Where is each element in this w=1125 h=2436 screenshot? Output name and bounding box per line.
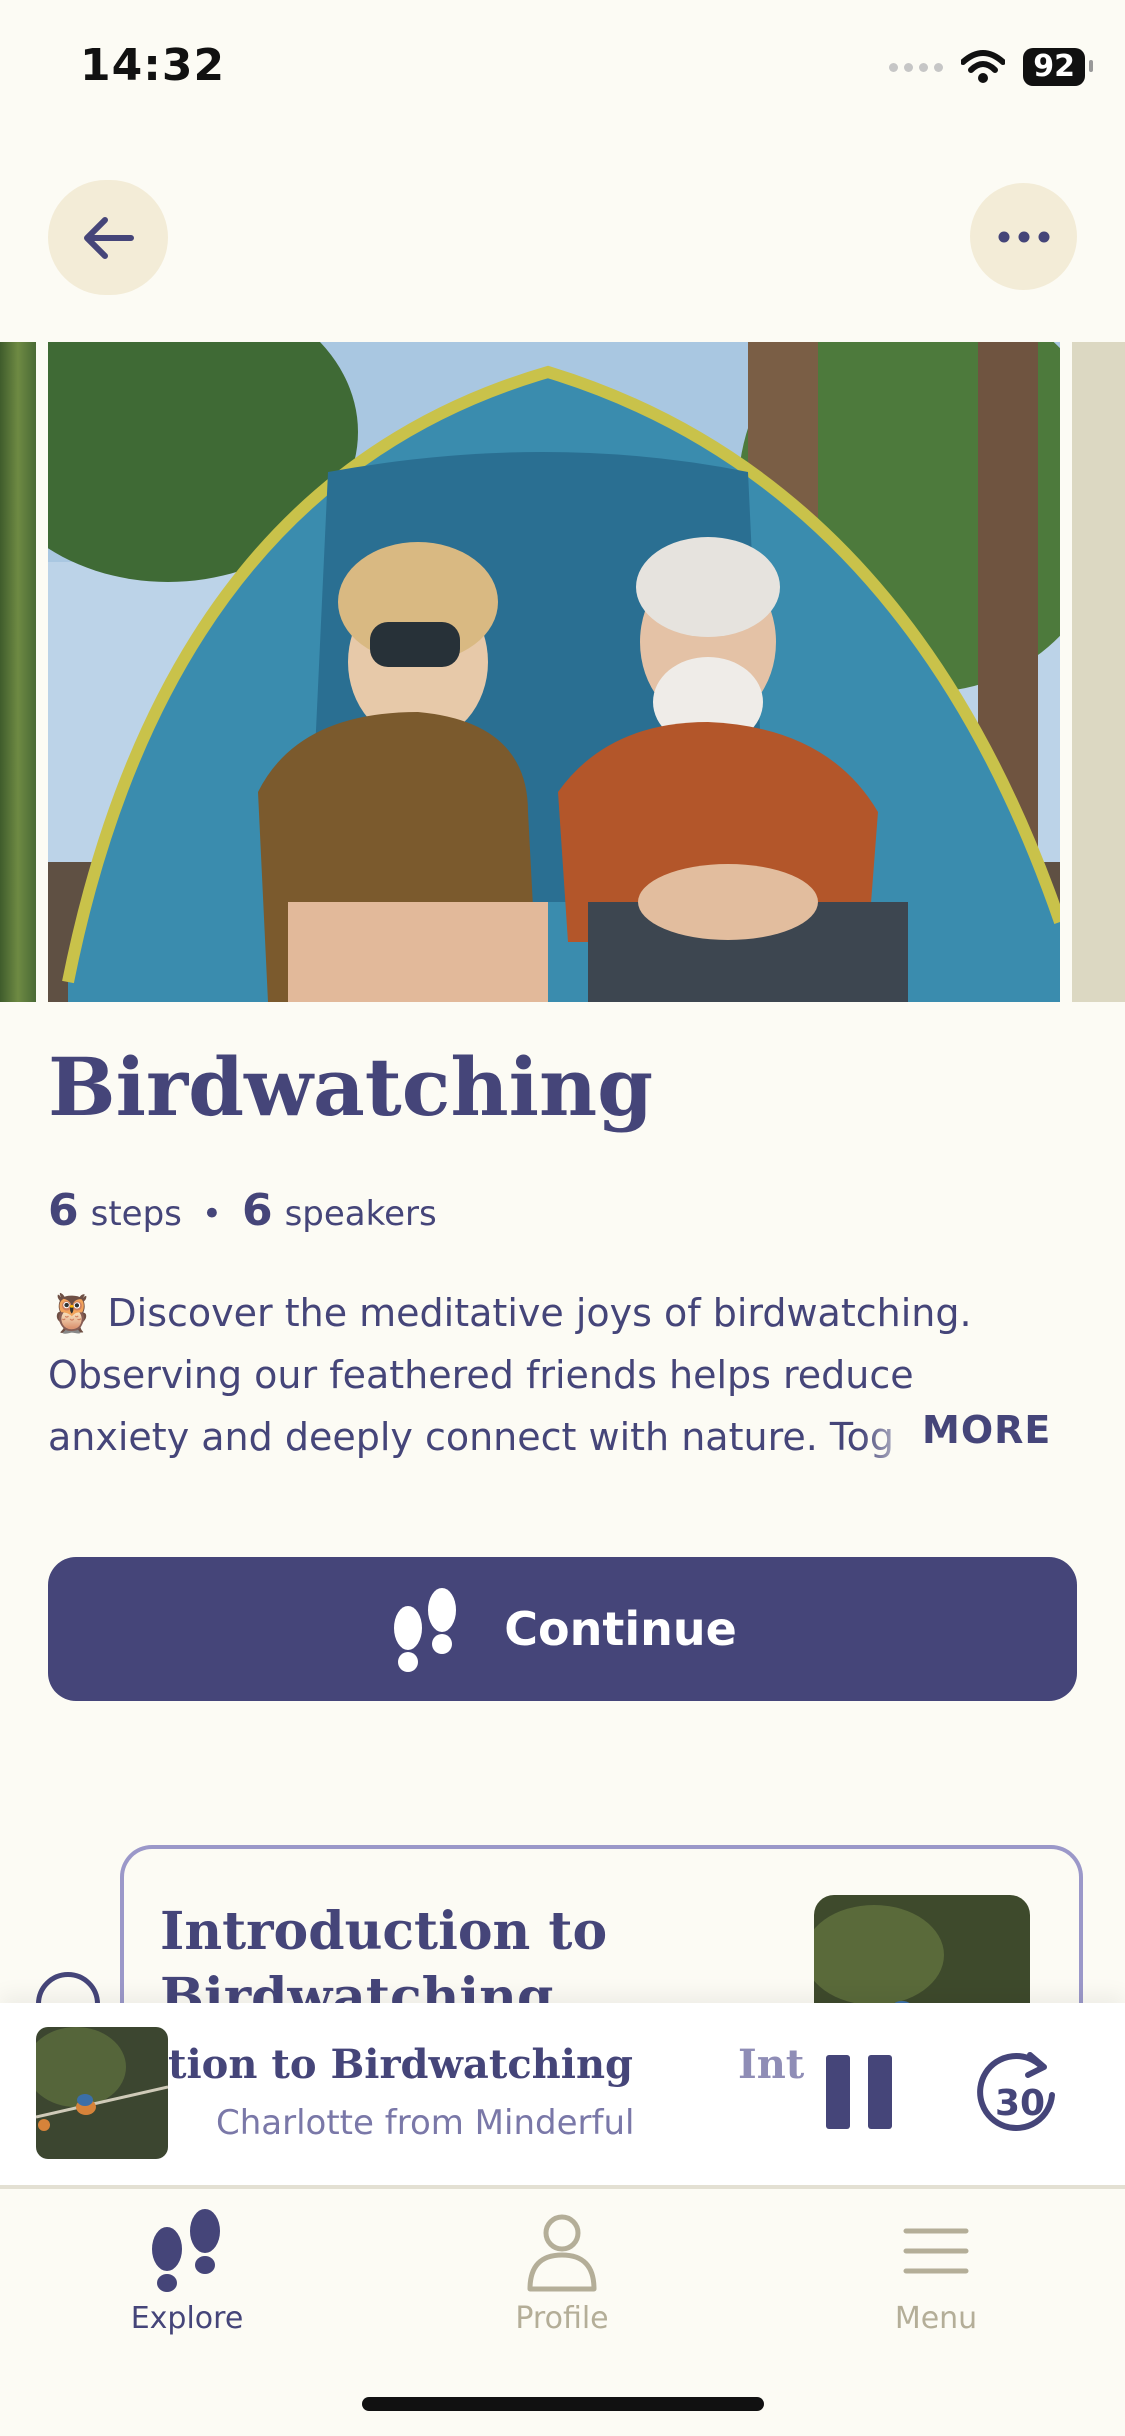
more-options-button[interactable] bbox=[970, 183, 1077, 290]
tab-menu[interactable]: Menu bbox=[806, 2209, 1066, 2336]
steps-label: steps bbox=[90, 1194, 182, 1234]
footprints-icon bbox=[152, 2209, 220, 2292]
mini-player[interactable]: tion to Birdwatching Int Charlotte from … bbox=[0, 2003, 1125, 2189]
tab-explore-label: Explore bbox=[130, 2301, 244, 2336]
more-link[interactable]: MORE bbox=[922, 1408, 1051, 1452]
mini-player-thumbnail bbox=[36, 2027, 168, 2159]
speakers-count: 6 bbox=[241, 1185, 273, 1236]
hero-illustration bbox=[48, 342, 1060, 1002]
battery-indicator: 92 bbox=[1023, 48, 1093, 86]
hero-image bbox=[48, 342, 1060, 1002]
speakers-label: speakers bbox=[284, 1194, 437, 1234]
carousel-prev-image[interactable] bbox=[0, 342, 36, 1002]
footprints-icon bbox=[394, 1588, 457, 1672]
home-indicator bbox=[362, 2397, 764, 2411]
pause-button[interactable] bbox=[826, 2055, 896, 2129]
description-fade bbox=[860, 1408, 922, 1468]
tab-profile-label: Profile bbox=[515, 2301, 609, 2336]
meta-separator: • bbox=[201, 1194, 222, 1234]
skip-forward-button[interactable]: 30 bbox=[972, 2047, 1062, 2137]
arrow-left-icon bbox=[84, 216, 134, 259]
tab-profile[interactable]: Profile bbox=[432, 2209, 692, 2336]
steps-count: 6 bbox=[48, 1185, 79, 1236]
path-meta: 6 steps • 6 speakers bbox=[48, 1185, 437, 1236]
mini-player-subtitle: Charlotte from Minderful bbox=[216, 2103, 635, 2143]
tab-menu-label: Menu bbox=[894, 2301, 978, 2336]
tab-explore[interactable]: Explore bbox=[57, 2209, 317, 2336]
person-icon bbox=[527, 2214, 597, 2292]
wifi-icon bbox=[961, 50, 1006, 83]
continue-button[interactable]: Continue bbox=[48, 1557, 1077, 1701]
status-indicators: 92 bbox=[889, 48, 1093, 86]
carousel-next-image[interactable] bbox=[1072, 342, 1125, 1002]
mini-player-title: tion to Birdwatching bbox=[168, 2041, 633, 2088]
signal-icon bbox=[889, 62, 944, 72]
skip-seconds: 30 bbox=[995, 2083, 1045, 2124]
pause-icon bbox=[826, 2055, 850, 2129]
page-title: Birdwatching bbox=[48, 1040, 654, 1134]
mini-player-title-marquee: Int bbox=[738, 2041, 805, 2088]
skip-forward-30-icon: 30 bbox=[977, 2052, 1055, 2132]
ellipsis-icon bbox=[998, 231, 1049, 242]
continue-label: Continue bbox=[504, 1602, 737, 1656]
menu-icon bbox=[903, 2228, 969, 2274]
back-button[interactable] bbox=[48, 180, 168, 295]
status-time: 14:32 bbox=[80, 40, 226, 91]
